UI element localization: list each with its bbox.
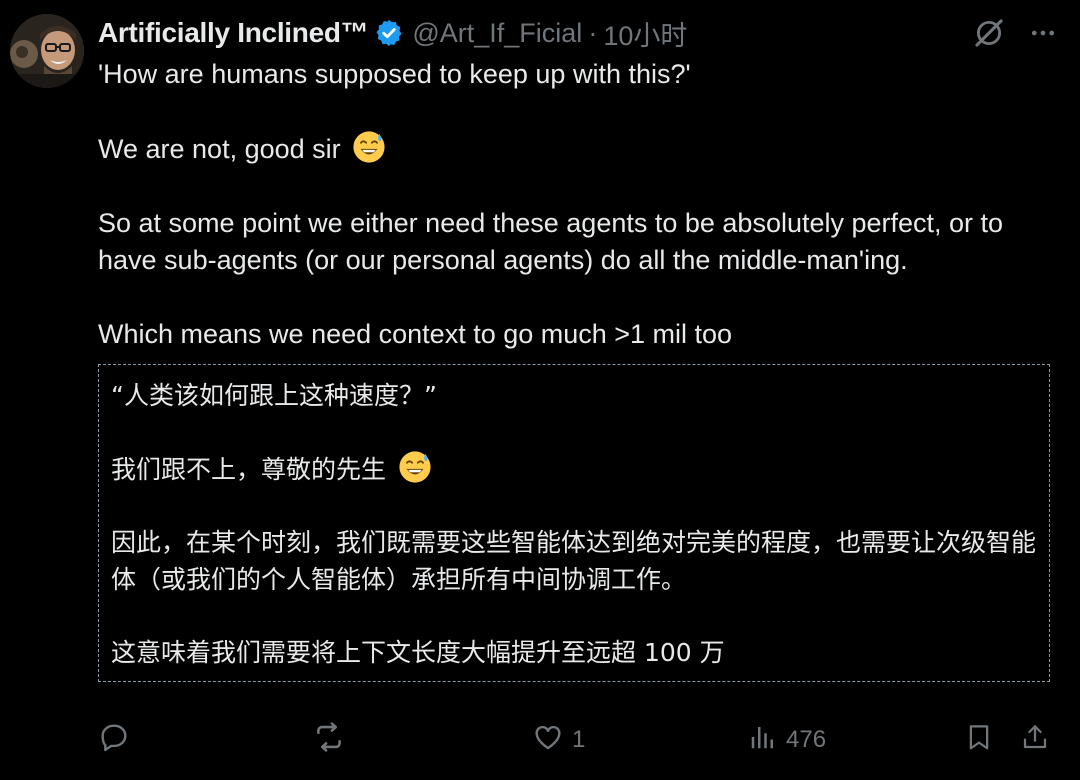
grok-icon[interactable] <box>972 16 1006 50</box>
views-button[interactable]: 476 <box>748 722 826 759</box>
share-icon <box>1020 722 1050 759</box>
tweet-text: 'How are humans supposed to keep up with… <box>98 56 1048 353</box>
verified-badge-icon <box>374 18 404 48</box>
tweet-paragraph: 'How are humans supposed to keep up with… <box>98 59 691 89</box>
more-icon[interactable] <box>1028 18 1058 48</box>
translation-box: “人类该如何跟上这种速度？” 我们跟不上，尊敬的先生 因此，在某个时刻，我们既需… <box>98 364 1050 682</box>
tweet-top-actions <box>972 16 1058 50</box>
tweet-paragraph: So at some point we either need these ag… <box>98 208 1004 275</box>
grinning-face-with-sweat-icon <box>398 450 432 484</box>
post-time[interactable]: 10小时 <box>603 14 687 53</box>
reply-icon <box>98 721 130 760</box>
tweet-paragraph: Which means we need context to go much >… <box>98 319 733 349</box>
tweet-paragraph: We are not, good sir <box>98 130 1048 168</box>
avatar-image <box>10 14 84 88</box>
tweet-paragraph-text: We are not, good sir <box>98 134 341 164</box>
translation-paragraph: 我们跟不上，尊敬的先生 <box>111 450 1037 488</box>
bookmark-button[interactable] <box>964 721 994 760</box>
views-icon <box>748 722 778 759</box>
like-button[interactable]: 1 <box>532 721 585 760</box>
tweet-header: Artificially Inclined™ @Art_If_Ficial · … <box>98 14 687 52</box>
like-icon <box>532 721 564 760</box>
header-separator: · <box>588 17 598 48</box>
views-count: 476 <box>786 726 827 753</box>
bookmark-icon <box>964 721 994 760</box>
reply-button[interactable] <box>98 721 138 760</box>
translation-paragraph: “人类该如何跟上这种速度？” <box>111 381 437 410</box>
repost-icon <box>312 720 346 761</box>
translation-paragraph: 这意味着我们需要将上下文长度大幅提升至远超 100 万 <box>111 638 725 667</box>
user-handle[interactable]: @Art_If_Ficial <box>412 18 582 49</box>
translation-paragraph: 因此，在某个时刻，我们既需要这些智能体达到绝对完美的程度，也需要让次级智能体（或… <box>111 528 1037 594</box>
translation-paragraph-text: 我们跟不上，尊敬的先生 <box>111 455 387 484</box>
tweet-action-bar: 1 476 <box>98 720 1058 760</box>
like-count: 1 <box>572 726 586 753</box>
display-name[interactable]: Artificially Inclined™ <box>98 17 369 49</box>
avatar[interactable] <box>10 14 84 88</box>
repost-button[interactable] <box>312 720 354 761</box>
share-button[interactable] <box>1020 722 1050 759</box>
grinning-face-with-sweat-icon <box>352 130 386 164</box>
